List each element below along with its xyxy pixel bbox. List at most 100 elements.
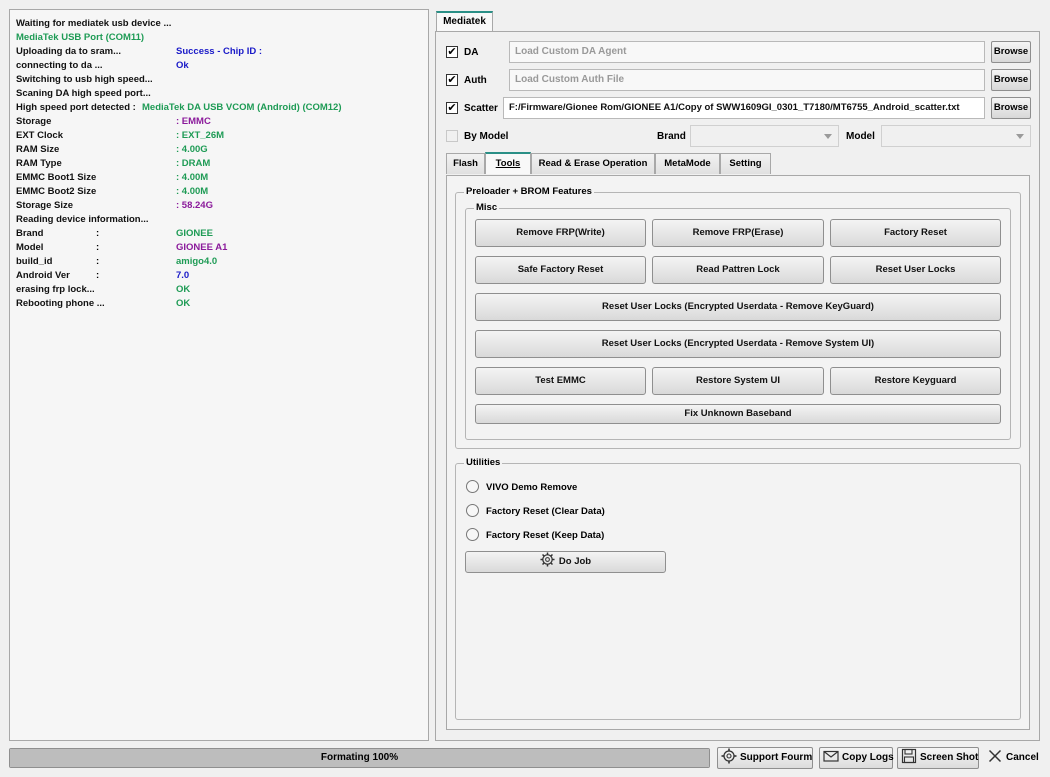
scatter-checkbox[interactable]: ✔ — [446, 102, 458, 114]
screenshot-button[interactable]: Screen Shot — [897, 747, 979, 769]
factory-reset-keep-radio[interactable] — [466, 528, 479, 541]
log-line: EMMC Boot1 Size: 4.00M — [16, 171, 422, 185]
log-line: Rebooting phone ... OK — [16, 297, 422, 311]
log-value: GIONEE A1 — [176, 242, 228, 253]
screenshot-label: Screen Shot — [920, 752, 979, 763]
log-key: High speed port detected : — [16, 102, 136, 113]
log-key: connecting to da ... — [16, 60, 103, 71]
gear-icon — [721, 748, 737, 764]
do-job-label: Do Job — [558, 556, 592, 567]
copy-logs-label: Copy Logs — [842, 752, 894, 763]
log-value: GIONEE — [176, 228, 213, 239]
log-line: Storage : EMMC — [16, 115, 422, 129]
log-line: EMMC Boot2 Size: 4.00M — [16, 185, 422, 199]
model-select[interactable] — [881, 125, 1031, 147]
auth-browse-button[interactable]: Browse — [991, 69, 1031, 91]
copy-logs-button[interactable]: Copy Logs — [819, 747, 894, 769]
log-separator: : — [96, 228, 100, 239]
log-line: High speed port detected : MediaTek DA U… — [16, 101, 422, 115]
da-checkbox[interactable]: ✔ — [446, 46, 458, 58]
log-value: 7.0 — [176, 270, 190, 281]
by-model-label: By Model — [464, 131, 509, 142]
log-value: OK — [176, 298, 191, 309]
safe-factory-reset-button[interactable]: Safe Factory Reset — [475, 256, 646, 284]
cancel-label: Cancel — [1006, 752, 1039, 763]
log-line: Model: GIONEE A1 — [16, 241, 422, 255]
close-icon — [988, 749, 1002, 763]
log-key: EXT Clock — [16, 130, 63, 141]
log-key: Storage — [16, 116, 52, 127]
auth-checkbox[interactable]: ✔ — [446, 74, 458, 86]
tab-mediatek[interactable]: Mediatek — [436, 11, 493, 32]
fix-baseband-button[interactable]: Fix Unknown Baseband — [475, 404, 1001, 424]
reset-locks-systemui-button[interactable]: Reset User Locks (Encrypted Userdata - R… — [475, 330, 1001, 358]
log-line: Uploading da to sram... Success - Chip ID… — [16, 45, 422, 59]
log-value: : 4.00G — [176, 144, 208, 155]
log-key: Brand — [16, 228, 44, 239]
envelope-icon — [823, 750, 839, 762]
tab-flash[interactable]: Flash — [446, 153, 485, 174]
log-key: Reading device information... — [16, 214, 149, 225]
reset-locks-keyguard-button[interactable]: Reset User Locks (Encrypted Userdata - R… — [475, 293, 1001, 321]
cancel-button[interactable]: Cancel — [983, 747, 1041, 769]
da-browse-button[interactable]: Browse — [991, 41, 1031, 63]
gear-icon — [540, 552, 555, 567]
factory-reset-button[interactable]: Factory Reset — [830, 219, 1001, 247]
progress-text: Formating 100% — [320, 752, 399, 763]
log-value: : 4.00M — [176, 172, 209, 183]
log-line: connecting to da ... Ok — [16, 59, 422, 73]
brand-select[interactable] — [690, 125, 839, 147]
log-key: EMMC Boot2 Size — [16, 186, 97, 197]
log-line: MediaTek USB Port (COM11) — [16, 31, 422, 45]
log-line: Waiting for mediatek usb device ... — [16, 17, 422, 31]
log-key: Waiting for mediatek usb device ... — [16, 18, 172, 29]
tab-read-erase[interactable]: Read & Erase Operation — [531, 153, 655, 174]
log-value: : EMMC — [176, 116, 211, 127]
log-line: RAM Size : 4.00G — [16, 143, 422, 157]
log-key: Uploading da to sram... — [16, 46, 122, 57]
log-value: OK — [176, 284, 191, 295]
test-emmc-button[interactable]: Test EMMC — [475, 367, 646, 395]
log-panel[interactable]: Waiting for mediatek usb device ... Media… — [9, 9, 429, 741]
preloader-group-title: Preloader + BROM Features — [464, 186, 594, 197]
by-model-checkbox[interactable] — [446, 130, 458, 142]
log-key: Model — [16, 242, 44, 253]
log-separator: : — [96, 256, 100, 267]
remove-frp-write-button[interactable]: Remove FRP(Write) — [475, 219, 646, 247]
restore-systemui-button[interactable]: Restore System UI — [652, 367, 824, 395]
utilities-group-title: Utilities — [464, 457, 503, 468]
log-key: Rebooting phone ... — [16, 298, 105, 309]
do-job-button[interactable]: Do Job — [465, 551, 666, 573]
read-pattern-lock-button[interactable]: Read Pattren Lock — [652, 256, 824, 284]
tab-tools[interactable]: Tools — [485, 152, 531, 174]
log-line: Scaning DA high speed port... — [16, 87, 422, 101]
log-line: Brand: GIONEE — [16, 227, 422, 241]
vivo-demo-radio[interactable] — [466, 480, 479, 493]
log-line: RAM Type: DRAM — [16, 157, 422, 171]
log-key: Storage Size — [16, 200, 74, 211]
remove-frp-erase-button[interactable]: Remove FRP(Erase) — [652, 219, 824, 247]
tab-metamode[interactable]: MetaMode — [655, 153, 720, 174]
log-value: : 58.24G — [176, 200, 213, 211]
factory-reset-clear-radio[interactable] — [466, 504, 479, 517]
model-label: Model — [846, 131, 875, 142]
log-key: erasing frp lock... — [16, 284, 95, 295]
tab-setting[interactable]: Setting — [720, 153, 771, 174]
vivo-demo-label: VIVO Demo Remove — [486, 482, 578, 493]
support-forum-button[interactable]: Support Fourm — [717, 747, 813, 769]
log-inline-value: MediaTek DA USB VCOM (Android) (COM12) — [142, 102, 342, 113]
log-key: Switching to usb high speed... — [16, 74, 153, 85]
da-field[interactable]: Load Custom DA Agent — [509, 41, 985, 63]
restore-keyguard-button[interactable]: Restore Keyguard — [830, 367, 1001, 395]
factory-reset-keep-label: Factory Reset (Keep Data) — [486, 530, 605, 541]
log-key: RAM Size — [16, 144, 60, 155]
auth-field[interactable]: Load Custom Auth File — [509, 69, 985, 91]
scatter-file-field[interactable]: F:/Firmware/Gionee Rom/GIONEE A1/Copy of… — [503, 97, 985, 119]
log-key: MediaTek USB Port (COM11) — [16, 32, 145, 43]
reset-user-locks-button[interactable]: Reset User Locks — [830, 256, 1001, 284]
log-key: Scaning DA high speed port... — [16, 88, 151, 99]
brand-label: Brand — [657, 131, 686, 142]
log-value: : EXT_26M — [176, 130, 225, 141]
scatter-browse-button[interactable]: Browse — [991, 97, 1031, 119]
scatter-label: Scatter — [464, 103, 498, 114]
